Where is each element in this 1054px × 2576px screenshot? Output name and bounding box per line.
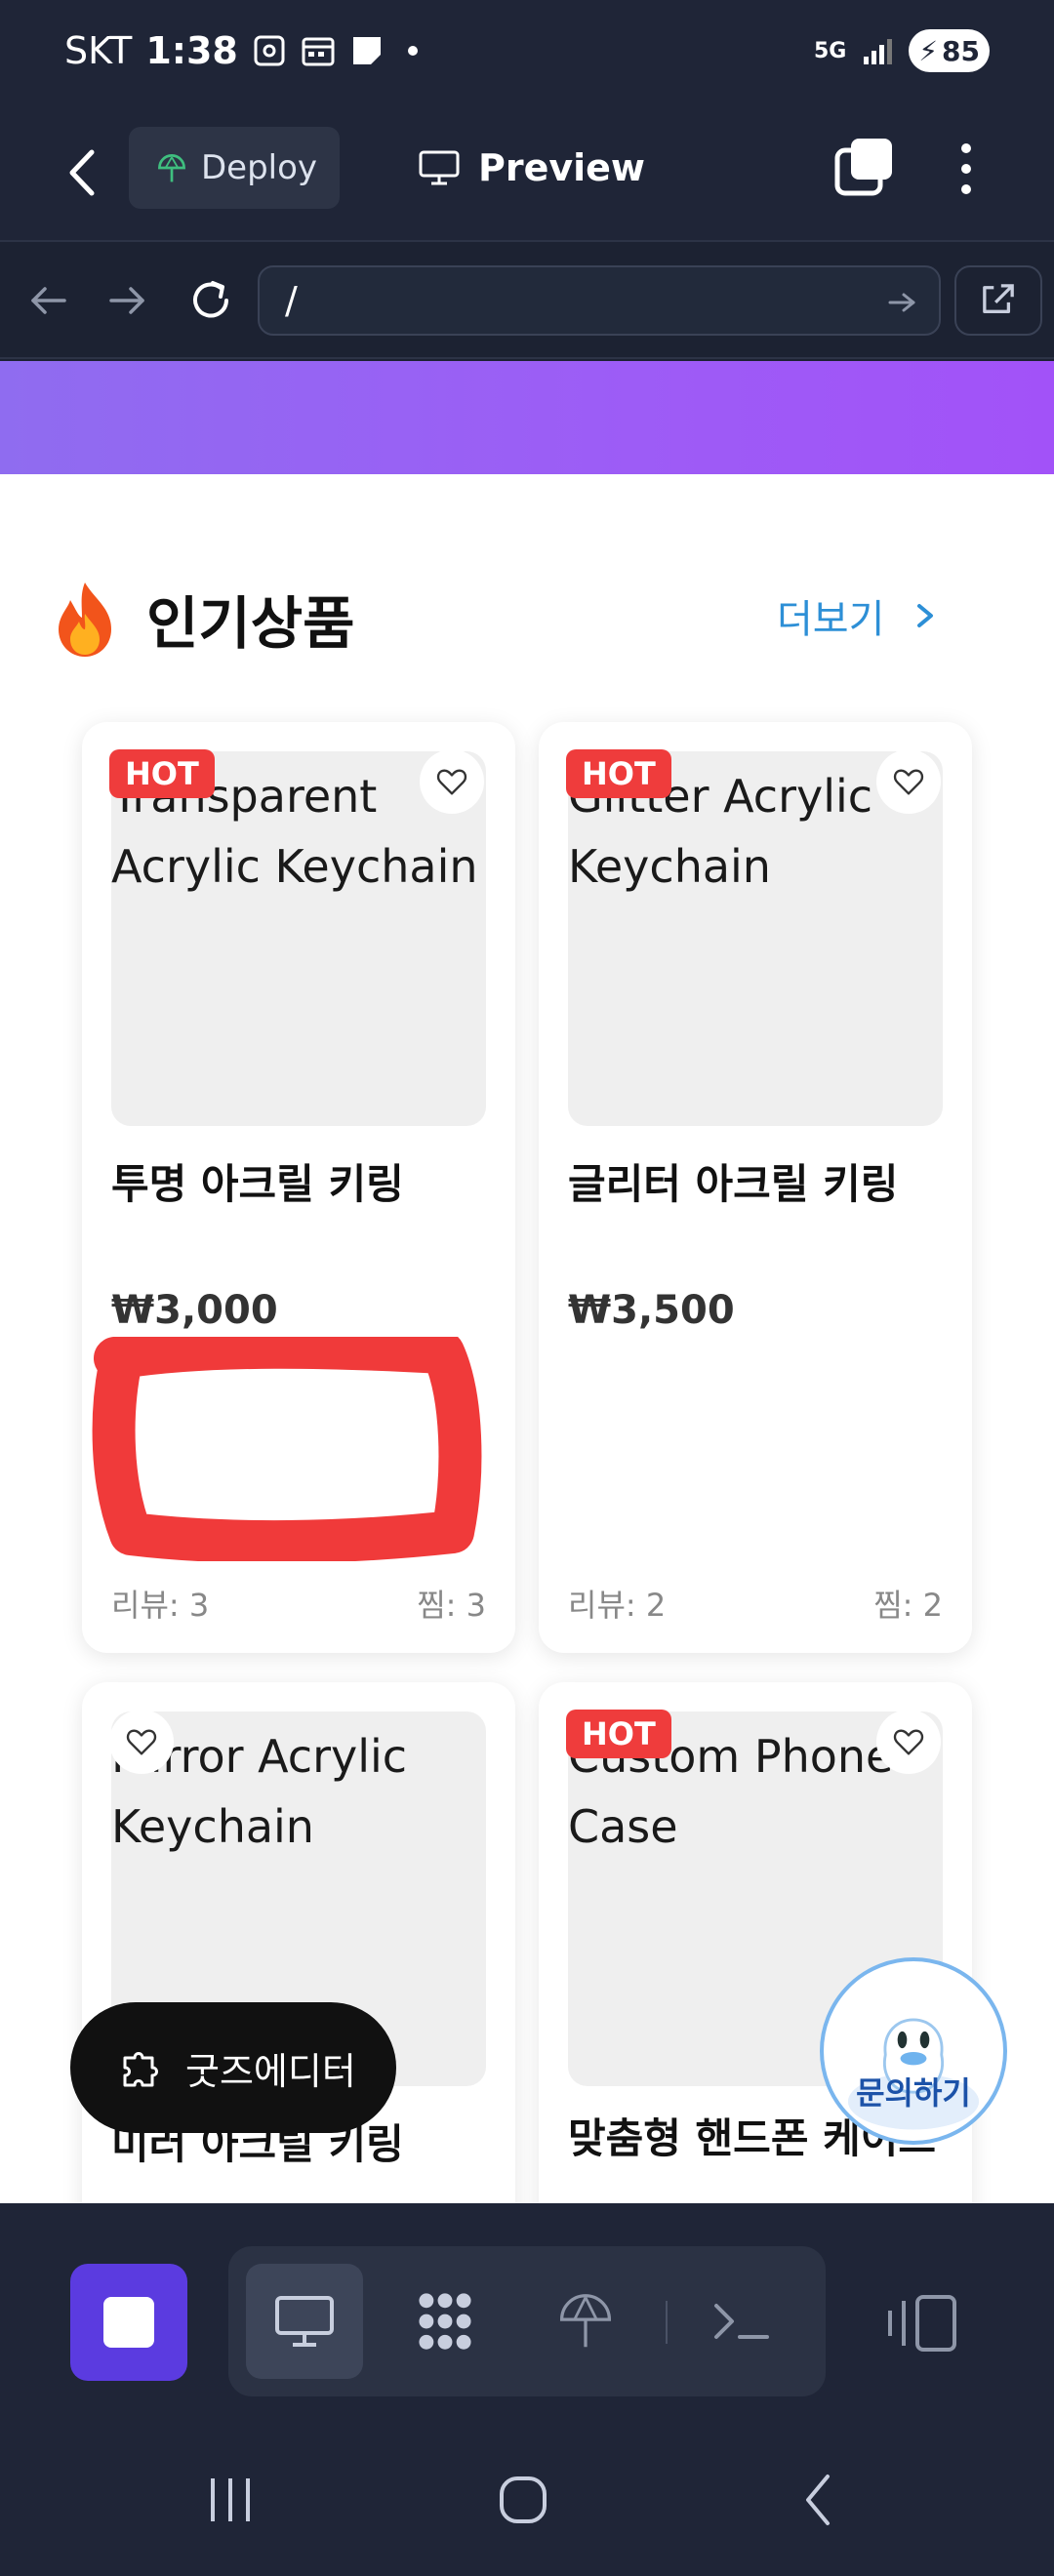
bottom-toolbar bbox=[0, 2203, 1054, 2398]
chevron-left-icon bbox=[69, 149, 95, 196]
deploy-view-button[interactable] bbox=[527, 2264, 644, 2379]
stop-icon bbox=[103, 2297, 154, 2348]
url-text: / bbox=[285, 279, 298, 322]
browser-back-button[interactable] bbox=[21, 273, 76, 328]
product-name: 투명 아크릴 키링 bbox=[111, 1160, 404, 1208]
app-header: Deploy Preview bbox=[0, 107, 1054, 242]
home-icon bbox=[500, 2476, 547, 2523]
terminal-view-button[interactable] bbox=[683, 2264, 800, 2379]
reload-icon bbox=[193, 281, 228, 318]
hot-badge: HOT bbox=[109, 749, 215, 798]
note-icon bbox=[349, 33, 385, 68]
network-label: 5G bbox=[813, 38, 847, 63]
hot-badge: HOT bbox=[566, 749, 671, 798]
section-title: 인기상품 bbox=[146, 590, 355, 657]
inquiry-label: 문의하기 bbox=[856, 2074, 971, 2112]
hero-banner bbox=[0, 361, 1054, 474]
product-image: Glitter Acrylic Keychain bbox=[568, 751, 943, 1126]
deploy-button[interactable]: Deploy bbox=[129, 127, 340, 209]
recents-button[interactable] bbox=[191, 2461, 269, 2539]
product-price: ₩3,500 bbox=[568, 1288, 735, 1333]
external-link-icon bbox=[983, 284, 1014, 313]
toolbar-divider bbox=[666, 2301, 668, 2344]
red-scribble-annotation bbox=[92, 1337, 482, 1561]
review-count: 리뷰: 3 bbox=[111, 1587, 210, 1624]
system-navigation-bar bbox=[0, 2398, 1054, 2576]
panel-toggle-icon bbox=[888, 2295, 956, 2352]
web-preview: 인기상품 더보기 Transparent Acrylic Keychain HO… bbox=[0, 361, 1054, 2203]
back-button[interactable] bbox=[57, 139, 111, 207]
product-card[interactable]: Glitter Acrylic Keychain HOT 글리터 아크릴 키링 … bbox=[539, 722, 972, 1653]
heart-icon bbox=[126, 1729, 157, 1755]
preview-tab[interactable]: Preview bbox=[418, 127, 645, 209]
wishlist-button[interactable] bbox=[876, 749, 941, 814]
desktop-view-button[interactable] bbox=[246, 2264, 363, 2379]
goods-editor-label: 굿즈에디터 bbox=[185, 2049, 356, 2093]
section-header: 인기상품 bbox=[47, 578, 354, 660]
recents-icon bbox=[211, 2478, 250, 2521]
arrow-left-icon bbox=[31, 287, 66, 314]
wishlist-button[interactable] bbox=[420, 749, 484, 814]
browser-bar: / bbox=[0, 244, 1054, 359]
terminal-icon bbox=[714, 2304, 769, 2339]
arrow-right-icon bbox=[109, 287, 144, 314]
calendar-icon bbox=[301, 33, 336, 68]
inquiry-button[interactable]: 문의하기 bbox=[820, 1957, 1007, 2145]
view-switcher bbox=[228, 2246, 826, 2396]
tabs-button[interactable] bbox=[831, 135, 898, 201]
battery-indicator: ⚡ 85 bbox=[909, 29, 990, 72]
more-link[interactable]: 더보기 bbox=[777, 587, 937, 644]
apps-grid-icon bbox=[419, 2293, 471, 2350]
deploy-label: Deploy bbox=[201, 148, 318, 187]
deploy-icon bbox=[559, 2294, 612, 2348]
chevron-right-icon bbox=[917, 604, 934, 627]
status-bar: SKT 1:38 5G ⚡ 85 bbox=[0, 0, 1054, 107]
more-menu-button[interactable] bbox=[947, 135, 986, 203]
review-count: 리뷰: 2 bbox=[568, 1587, 667, 1624]
product-image: Transparent Acrylic Keychain bbox=[111, 751, 486, 1126]
go-arrow-icon[interactable] bbox=[884, 285, 919, 320]
product-price: ₩3,000 bbox=[111, 1288, 278, 1333]
product-card[interactable]: Transparent Acrylic Keychain HOT 투명 아크릴 … bbox=[82, 722, 515, 1653]
goods-editor-button[interactable]: 굿즈에디터 bbox=[70, 2002, 396, 2133]
clock: 1:38 bbox=[145, 29, 238, 72]
battery-icon: ⚡ bbox=[918, 34, 939, 67]
battery-level: 85 bbox=[942, 34, 980, 67]
heart-icon bbox=[893, 1729, 924, 1755]
desktop-icon bbox=[275, 2296, 334, 2347]
monitor-icon bbox=[419, 150, 460, 185]
heart-icon bbox=[893, 769, 924, 795]
heart-icon bbox=[436, 769, 467, 795]
like-count: 찜: 2 bbox=[873, 1587, 943, 1624]
like-count: 찜: 3 bbox=[417, 1587, 486, 1624]
back-icon bbox=[806, 2475, 830, 2525]
more-link-label: 더보기 bbox=[777, 597, 885, 642]
url-input[interactable]: / bbox=[258, 265, 941, 336]
product-name: 글리터 아크릴 키링 bbox=[568, 1160, 899, 1208]
stop-button[interactable] bbox=[70, 2264, 187, 2381]
carrier-label: SKT bbox=[64, 29, 133, 72]
mascot-icon bbox=[847, 2018, 980, 2130]
home-button[interactable] bbox=[484, 2461, 562, 2539]
open-external-button[interactable] bbox=[954, 265, 1042, 336]
preview-label: Preview bbox=[478, 146, 646, 189]
hot-badge: HOT bbox=[566, 1710, 671, 1758]
reload-button[interactable] bbox=[183, 273, 238, 328]
signal-icon bbox=[860, 33, 895, 68]
puzzle-icon bbox=[123, 2052, 158, 2087]
panel-toggle-button[interactable] bbox=[878, 2289, 966, 2357]
notification-dot bbox=[407, 46, 418, 56]
deploy-icon bbox=[158, 154, 185, 182]
fire-icon bbox=[59, 583, 111, 657]
copy-icon bbox=[834, 139, 892, 196]
wishlist-button[interactable] bbox=[876, 1710, 941, 1774]
wishlist-button[interactable] bbox=[109, 1710, 174, 1774]
system-back-button[interactable] bbox=[781, 2461, 859, 2539]
browser-forward-button[interactable] bbox=[100, 273, 154, 328]
more-vertical-icon bbox=[961, 143, 971, 194]
screenshot-icon bbox=[252, 33, 287, 68]
apps-view-button[interactable] bbox=[386, 2264, 504, 2379]
